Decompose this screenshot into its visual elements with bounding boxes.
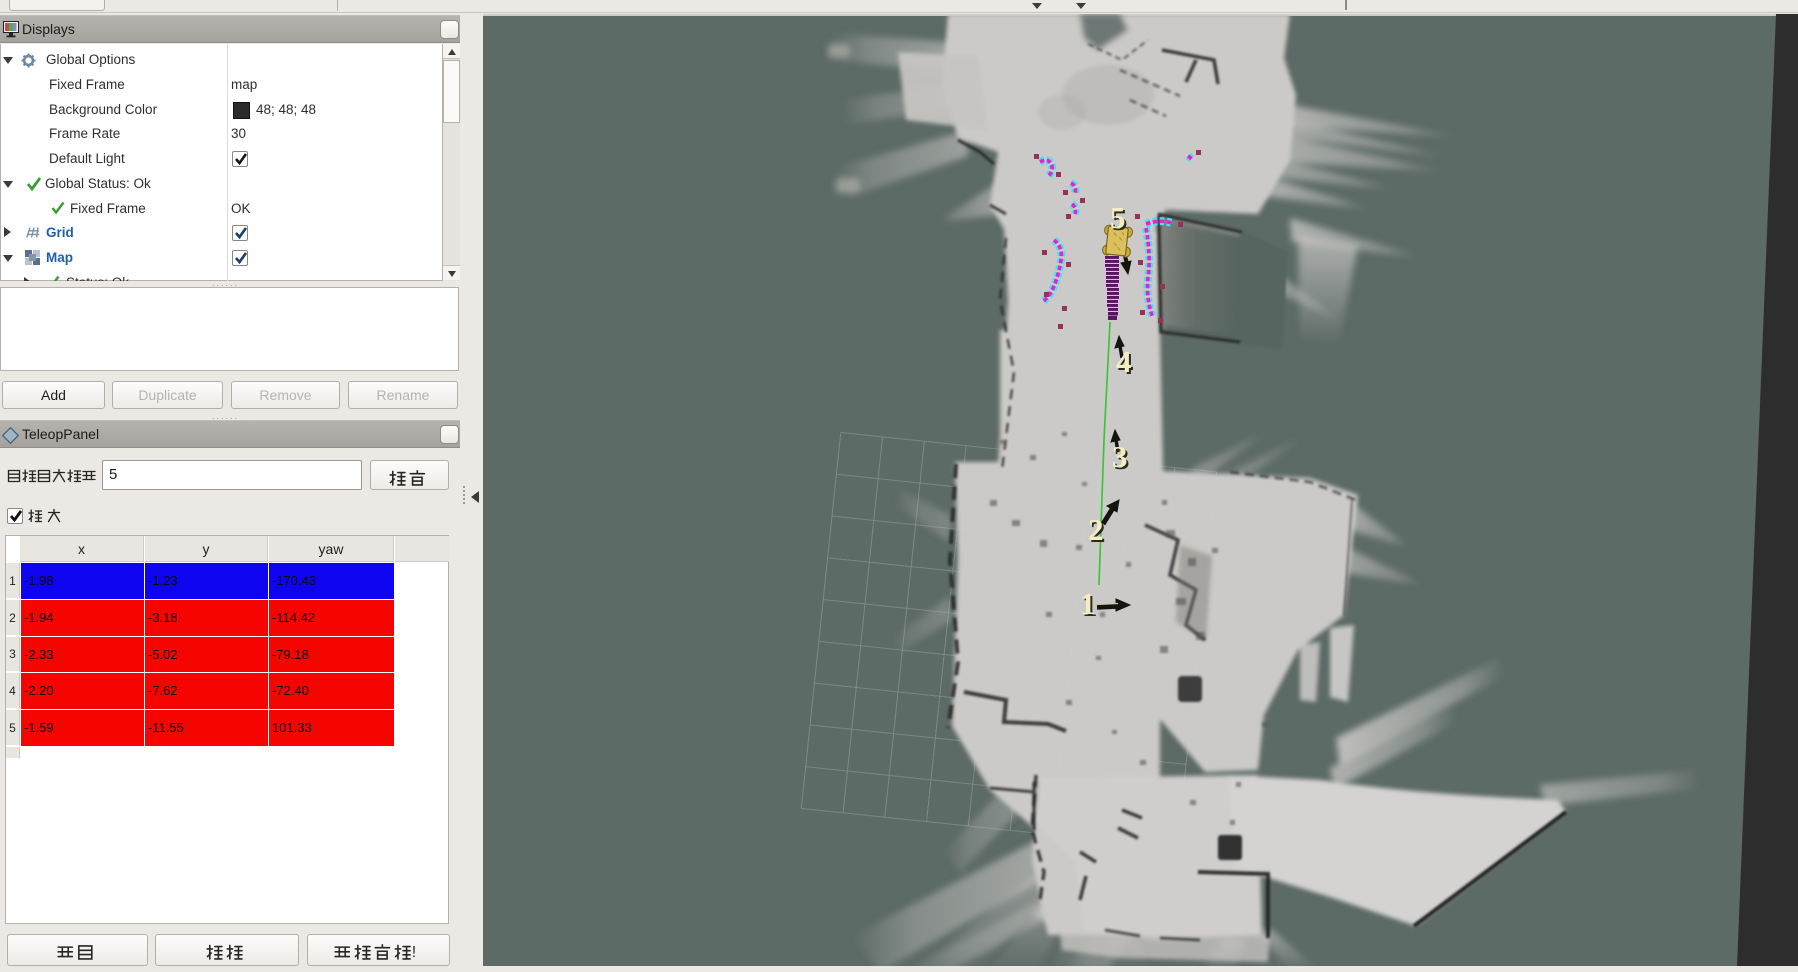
svg-text:!: ! bbox=[411, 944, 415, 961]
svg-text:2: 2 bbox=[1088, 512, 1104, 547]
svg-text:1: 1 bbox=[1080, 586, 1096, 621]
svg-text:5: 5 bbox=[1110, 200, 1126, 235]
svg-text:4: 4 bbox=[1116, 344, 1132, 379]
svg-text:3: 3 bbox=[1112, 439, 1128, 474]
